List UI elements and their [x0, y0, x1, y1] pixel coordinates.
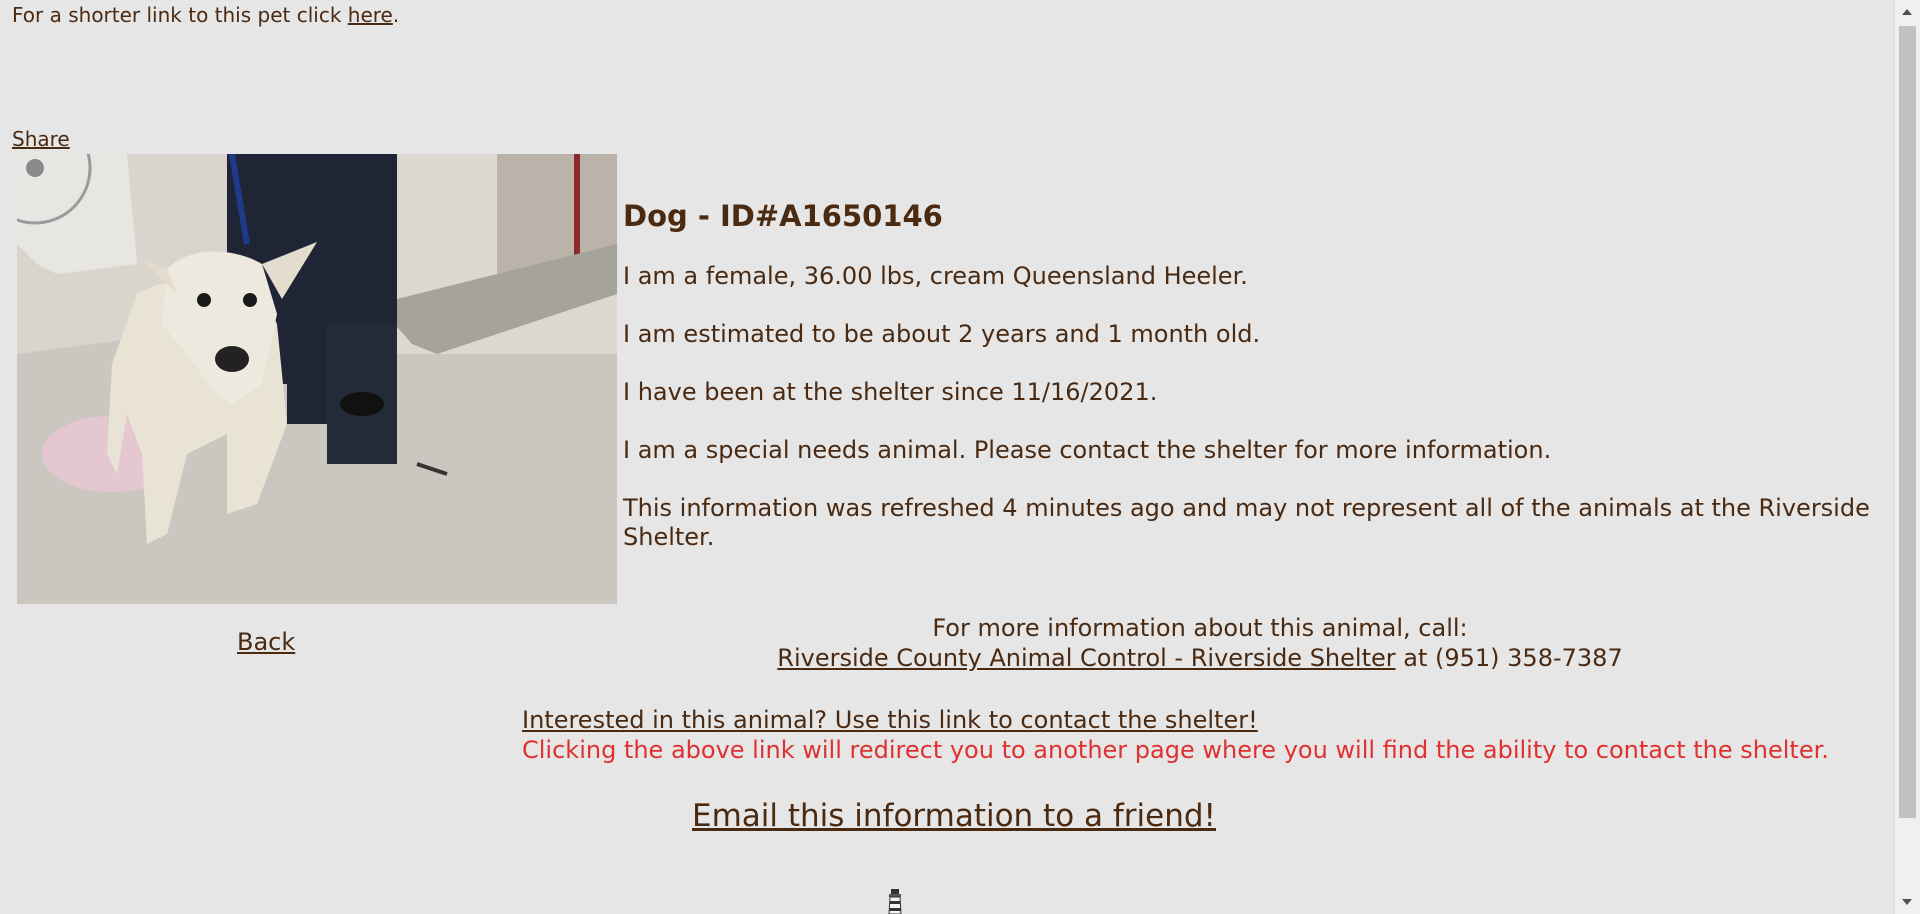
short-link-prefix: For a shorter link to this pet click [12, 3, 348, 27]
dog-photo-icon [17, 154, 617, 604]
vertical-scrollbar[interactable] [1894, 0, 1920, 914]
animal-special-needs: I am a special needs animal. Please cont… [623, 436, 1552, 464]
back-link[interactable]: Back [237, 628, 295, 656]
animal-title: Dog - ID#A1650146 [623, 199, 943, 233]
animal-info: Dog - ID#A1650146 I am a female, 36.00 l… [623, 198, 1883, 581]
short-link-suffix: . [392, 3, 400, 27]
shelter-phone: at (951) 358-7387 [1395, 644, 1623, 672]
contact-line: Riverside County Animal Control - Rivers… [623, 643, 1777, 673]
scroll-down-icon[interactable] [1902, 899, 1912, 905]
contact-heading: For more information about this animal, … [932, 614, 1468, 642]
lighthouse-icon [888, 889, 902, 914]
email-friend-link[interactable]: Email this information to a friend! [692, 798, 1216, 834]
pet-detail-page: For a shorter link to this pet click her… [0, 0, 1920, 914]
redirect-note: Clicking the above link will redirect yo… [522, 736, 1829, 764]
animal-age: I am estimated to be about 2 years and 1… [623, 320, 1261, 348]
interested-section: Interested in this animal? Use this link… [522, 705, 1829, 765]
animal-description: I am a female, 36.00 lbs, cream Queensla… [623, 262, 1248, 290]
pet-photo [17, 154, 617, 604]
refresh-note: This information was refreshed 4 minutes… [623, 494, 1870, 551]
shelter-link[interactable]: Riverside County Animal Control - Rivers… [777, 644, 1395, 672]
contact-shelter-link[interactable]: Interested in this animal? Use this link… [522, 706, 1258, 734]
short-link-note: For a shorter link to this pet click her… [12, 3, 399, 27]
short-link-here[interactable]: here [348, 3, 393, 27]
animal-shelter-since: I have been at the shelter since 11/16/2… [623, 378, 1158, 406]
contact-info: For more information about this animal, … [623, 613, 1777, 673]
scroll-up-icon[interactable] [1902, 9, 1912, 15]
scroll-thumb[interactable] [1899, 26, 1916, 818]
share-link[interactable]: Share [12, 127, 70, 151]
